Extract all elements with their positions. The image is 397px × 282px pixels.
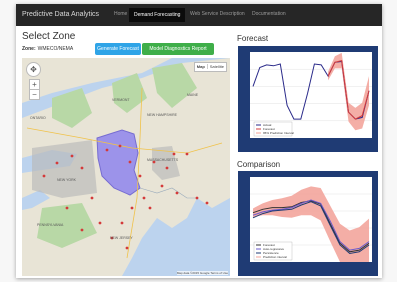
map-label-ontario: ONTARIO — [30, 116, 46, 120]
map-label-pennsylvania: PENNSYLVANIA — [37, 223, 64, 227]
legend-label: 95% Prediction Interval — [263, 131, 294, 135]
zone-grey-west[interactable] — [32, 140, 97, 198]
map-marker[interactable] — [90, 196, 94, 200]
map-attribution: Map data ©2015 Google Terms of Use — [176, 271, 228, 275]
map-canvas[interactable] — [22, 58, 230, 276]
select-zone-title: Select Zone — [22, 31, 76, 42]
map-marker[interactable] — [205, 201, 209, 205]
map-label-massachusetts: MASSACHUSETTS — [147, 158, 179, 162]
map-marker[interactable] — [175, 191, 179, 195]
zone-value: WMECO/NEMA — [37, 46, 74, 52]
map-marker[interactable] — [120, 221, 124, 225]
comparison-title: Comparison — [237, 160, 281, 169]
map-marker[interactable] — [148, 206, 152, 210]
map-type-map[interactable]: Map — [194, 64, 208, 69]
map-label-new-york: NEW YORK — [57, 178, 76, 182]
forecast-chart-svg: ActualForecast95% Prediction Interval — [250, 52, 372, 138]
map-type-control[interactable]: Map Satellite — [193, 62, 227, 72]
map-marker[interactable] — [195, 196, 199, 200]
map-marker[interactable] — [70, 154, 74, 158]
map-marker[interactable] — [128, 160, 132, 164]
map-marker[interactable] — [105, 148, 109, 152]
map-marker[interactable] — [185, 152, 189, 156]
map-marker[interactable] — [125, 246, 129, 250]
map-label-new-hampshire: NEW HAMPSHIRE — [147, 113, 177, 117]
nav-demand-forecasting[interactable]: Demand Forecasting — [129, 8, 186, 22]
zone-map[interactable]: ✥ + − Map Satellite VERMONT NEW HAMPSHIRE… — [22, 58, 230, 276]
forecast-title: Forecast — [237, 34, 269, 43]
nav-documentation[interactable]: Documentation — [252, 11, 286, 17]
map-label-maine: MAINE — [187, 93, 199, 97]
legend-label: Prediction interval — [263, 255, 287, 259]
map-marker[interactable] — [80, 166, 84, 170]
map-marker[interactable] — [160, 184, 164, 188]
brand[interactable]: Predictive Data Analytics — [22, 11, 99, 18]
map-marker[interactable] — [172, 152, 176, 156]
map-label-new-jersey: NEW JERSEY — [110, 236, 133, 240]
zone-label: Zone: WMECO/NEMA — [22, 46, 73, 52]
map-marker[interactable] — [80, 228, 84, 232]
map-marker[interactable] — [65, 206, 69, 210]
map-marker[interactable] — [138, 174, 142, 178]
nav-web-service-description[interactable]: Web Service Description — [190, 11, 245, 17]
navbar: Predictive Data Analytics Home Demand Fo… — [16, 4, 382, 26]
map-marker[interactable] — [130, 206, 134, 210]
map-marker[interactable] — [165, 166, 169, 170]
pan-control[interactable]: ✥ — [26, 62, 41, 77]
comparison-chart: Forecast Auto-regressive Persistence Predic… — [238, 171, 378, 276]
model-diagnostics-button[interactable]: Model Diagnostics Report — [142, 43, 214, 55]
map-marker[interactable] — [118, 144, 122, 148]
map-marker[interactable] — [42, 174, 46, 178]
nav-home[interactable]: Home — [114, 11, 127, 17]
generate-forecast-button[interactable]: Generate Forecast — [95, 43, 141, 55]
zone-prefix: Zone: — [22, 46, 36, 52]
app-window: Predictive Data Analytics Home Demand Fo… — [16, 4, 382, 278]
map-marker[interactable] — [142, 196, 146, 200]
forecast-chart: Actual Forecast 95% Prediction Interval — [238, 46, 378, 152]
map-marker[interactable] — [98, 221, 102, 225]
map-marker[interactable] — [55, 161, 59, 165]
map-label-vermont: VERMONT — [112, 98, 130, 102]
comparison-chart-svg: ForecastAuto-regressivePersistencePredic… — [250, 177, 372, 262]
map-type-satellite[interactable]: Satellite — [208, 64, 226, 69]
zoom-out-button[interactable]: − — [29, 89, 40, 100]
